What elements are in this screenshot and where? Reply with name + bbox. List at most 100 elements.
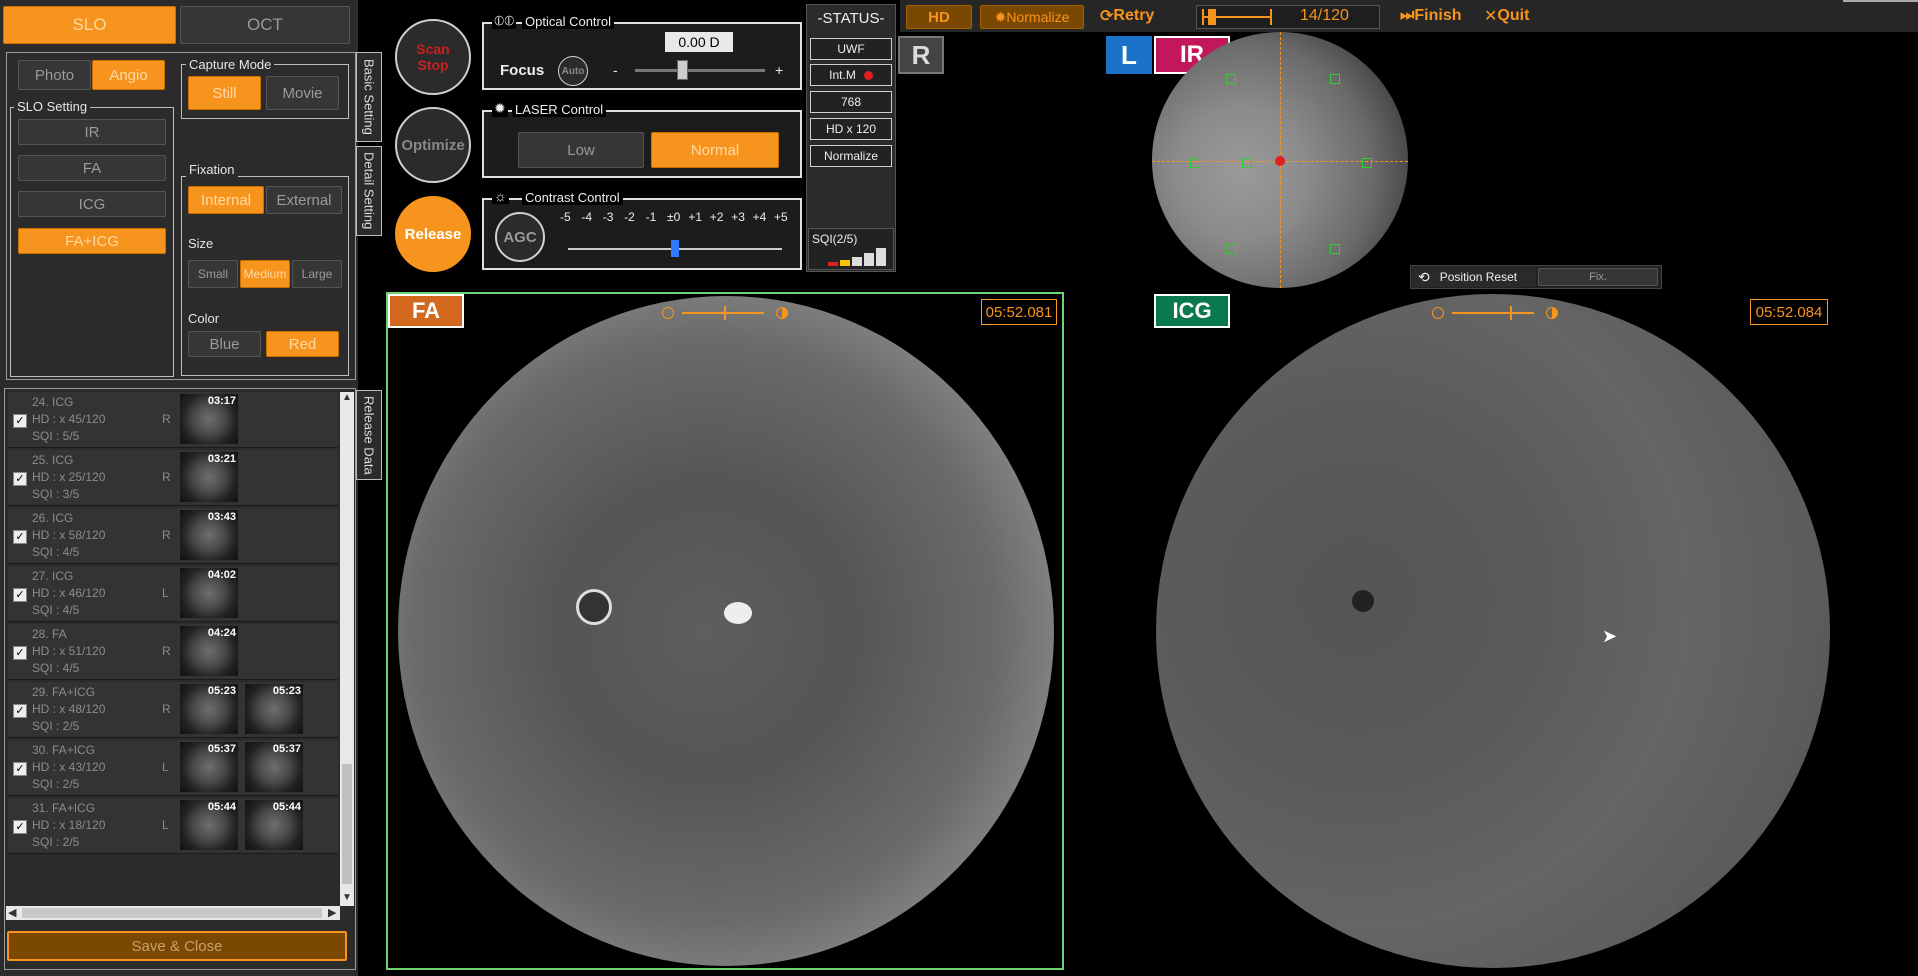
icg-image-view[interactable] bbox=[1152, 292, 1834, 970]
list-item-thumbnail[interactable]: 04:24 bbox=[180, 626, 238, 676]
list-item-thumbnail[interactable]: 05:44 bbox=[180, 800, 238, 850]
fixation-point bbox=[1330, 74, 1340, 84]
fixation-title: Fixation bbox=[186, 162, 238, 177]
external-fixation-button[interactable]: External bbox=[266, 186, 342, 214]
scroll-thumb[interactable] bbox=[342, 764, 352, 884]
save-close-button[interactable]: Save & Close bbox=[7, 931, 347, 961]
list-item[interactable]: ✓ 24. ICG HD : x 45/120 SQI : 5/5 R 03:17 bbox=[8, 392, 338, 448]
toolbar-divider bbox=[1843, 0, 1918, 2]
contrast-tick-label: +2 bbox=[709, 210, 724, 224]
laser-normal-button[interactable]: Normal bbox=[651, 132, 779, 168]
agc-button[interactable]: AGC bbox=[495, 212, 545, 262]
list-item[interactable]: ✓ 29. FA+ICG HD : x 48/120 SQI : 2/5 R 05:23 0… bbox=[8, 682, 338, 738]
scroll-up-icon[interactable]: ▲ bbox=[342, 392, 352, 403]
tab-release-data[interactable]: Release Data bbox=[356, 390, 382, 480]
optimize-button[interactable]: Optimize bbox=[395, 107, 471, 183]
list-item[interactable]: ✓ 31. FA+ICG HD : x 18/120 SQI : 2/5 L 05:44 0… bbox=[8, 798, 338, 854]
color-red-button[interactable]: Red bbox=[266, 331, 339, 357]
icg-brightness-slider[interactable] bbox=[1432, 304, 1558, 322]
list-item-checkbox[interactable]: ✓ bbox=[13, 414, 27, 428]
list-item-checkbox[interactable]: ✓ bbox=[13, 704, 27, 718]
size-medium-button[interactable]: Medium bbox=[240, 260, 290, 288]
list-item-thumbnail[interactable]: 03:17 bbox=[180, 394, 238, 444]
list-item-checkbox[interactable]: ✓ bbox=[13, 530, 27, 544]
status-hd: HD x 120 bbox=[810, 118, 892, 140]
fa-button[interactable]: FA bbox=[18, 155, 166, 181]
optical-control-panel bbox=[482, 22, 802, 90]
list-item-thumbnail[interactable]: 04:02 bbox=[180, 568, 238, 618]
list-item[interactable]: ✓ 27. ICG HD : x 46/120 SQI : 4/5 L 04:02 bbox=[8, 566, 338, 622]
focus-slider-track[interactable] bbox=[635, 69, 765, 72]
contrast-icon: ☼ bbox=[492, 188, 509, 204]
list-item-hd: HD : x 48/120 bbox=[32, 702, 106, 716]
contrast-tick-label: +1 bbox=[688, 210, 703, 224]
movie-button[interactable]: Movie bbox=[266, 76, 339, 110]
tab-basic-setting[interactable]: Basic Setting bbox=[356, 52, 382, 142]
quit-icon: ✕ bbox=[1484, 8, 1498, 25]
list-item[interactable]: ✓ 28. FA HD : x 51/120 SQI : 4/5 R 04:24 bbox=[8, 624, 338, 680]
finish-button[interactable]: ⏭ Finish bbox=[1400, 4, 1462, 28]
scan-stop-button[interactable]: Scan Stop bbox=[395, 19, 471, 95]
list-item-thumbnail[interactable]: 05:44 bbox=[245, 800, 303, 850]
photo-button[interactable]: Photo bbox=[18, 60, 91, 90]
hd-button[interactable]: HD bbox=[906, 5, 972, 29]
list-item-checkbox[interactable]: ✓ bbox=[13, 588, 27, 602]
brightness-thumb[interactable] bbox=[724, 306, 726, 320]
icg-button[interactable]: ICG bbox=[18, 191, 166, 217]
tab-detail-setting[interactable]: Detail Setting bbox=[356, 146, 382, 236]
brightness-thumb[interactable] bbox=[1510, 306, 1512, 320]
list-item-name: 25. ICG bbox=[32, 453, 74, 467]
left-eye-button[interactable]: L bbox=[1106, 36, 1152, 74]
list-item-checkbox[interactable]: ✓ bbox=[13, 762, 27, 776]
laser-low-button[interactable]: Low bbox=[518, 132, 644, 168]
vertical-scrollbar[interactable]: ▲ ▼ bbox=[340, 392, 354, 906]
list-item-thumbnail[interactable]: 05:23 bbox=[180, 684, 238, 734]
scan-stop-label: Scan Stop bbox=[416, 41, 450, 73]
fix-button[interactable]: Fix. bbox=[1538, 268, 1658, 286]
list-item[interactable]: ✓ 26. ICG HD : x 58/120 SQI : 4/5 R 03:43 bbox=[8, 508, 338, 564]
list-item-checkbox[interactable]: ✓ bbox=[13, 820, 27, 834]
fa-image-view[interactable] bbox=[386, 292, 1064, 970]
normalize-button[interactable]: ✹ Normalize bbox=[980, 5, 1084, 29]
list-item-checkbox[interactable]: ✓ bbox=[13, 646, 27, 660]
horizontal-scrollbar[interactable]: ◀ ▶ bbox=[6, 906, 340, 920]
list-item-checkbox[interactable]: ✓ bbox=[13, 472, 27, 486]
scroll-down-icon[interactable]: ▼ bbox=[342, 892, 352, 903]
scroll-h-thumb[interactable] bbox=[22, 908, 322, 918]
tab-oct[interactable]: OCT bbox=[180, 6, 350, 44]
fa-brightness-slider[interactable] bbox=[662, 304, 788, 322]
release-button[interactable]: Release bbox=[395, 196, 471, 272]
contrast-slider-thumb[interactable] bbox=[671, 240, 679, 257]
angio-button[interactable]: Angio bbox=[92, 60, 165, 90]
faicg-button[interactable]: FA+ICG bbox=[18, 228, 166, 254]
scroll-left-icon[interactable]: ◀ bbox=[8, 906, 16, 919]
size-large-button[interactable]: Large bbox=[292, 260, 342, 288]
still-button[interactable]: Still bbox=[188, 76, 261, 110]
focus-slider-thumb[interactable] bbox=[676, 60, 688, 80]
progress-thumb[interactable] bbox=[1207, 9, 1216, 25]
scroll-right-icon[interactable]: ▶ bbox=[328, 906, 336, 919]
icg-view-tag: ICG bbox=[1154, 294, 1230, 328]
internal-fixation-button[interactable]: Internal bbox=[188, 186, 264, 214]
color-blue-button[interactable]: Blue bbox=[188, 331, 261, 357]
list-item-name: 28. FA bbox=[32, 627, 67, 641]
contrast-tick-label: -1 bbox=[645, 210, 657, 224]
list-item-sqi: SQI : 2/5 bbox=[32, 835, 80, 849]
position-reset-button[interactable]: ⟲ Position Reset bbox=[1412, 267, 1536, 287]
size-small-button[interactable]: Small bbox=[188, 260, 238, 288]
list-item[interactable]: ✓ 30. FA+ICG HD : x 43/120 SQI : 2/5 L 05:37 0… bbox=[8, 740, 338, 796]
list-item[interactable]: ✓ 25. ICG HD : x 25/120 SQI : 3/5 R 03:21 bbox=[8, 450, 338, 506]
finish-icon: ⏭ bbox=[1400, 7, 1415, 24]
list-item-thumbnail[interactable]: 05:37 bbox=[180, 742, 238, 792]
list-item-thumbnail[interactable]: 05:23 bbox=[245, 684, 303, 734]
quit-button[interactable]: ✕ Quit bbox=[1484, 4, 1529, 28]
list-item-eye: R bbox=[162, 644, 171, 658]
tab-slo[interactable]: SLO bbox=[3, 6, 176, 44]
list-item-thumbnail[interactable]: 03:43 bbox=[180, 510, 238, 560]
list-item-thumbnail[interactable]: 05:37 bbox=[245, 742, 303, 792]
auto-focus-button[interactable]: Auto bbox=[558, 56, 588, 86]
right-eye-button[interactable]: R bbox=[898, 36, 944, 74]
retry-button[interactable]: ⟳ Retry bbox=[1100, 4, 1154, 28]
ir-button[interactable]: IR bbox=[18, 119, 166, 145]
list-item-thumbnail[interactable]: 03:21 bbox=[180, 452, 238, 502]
